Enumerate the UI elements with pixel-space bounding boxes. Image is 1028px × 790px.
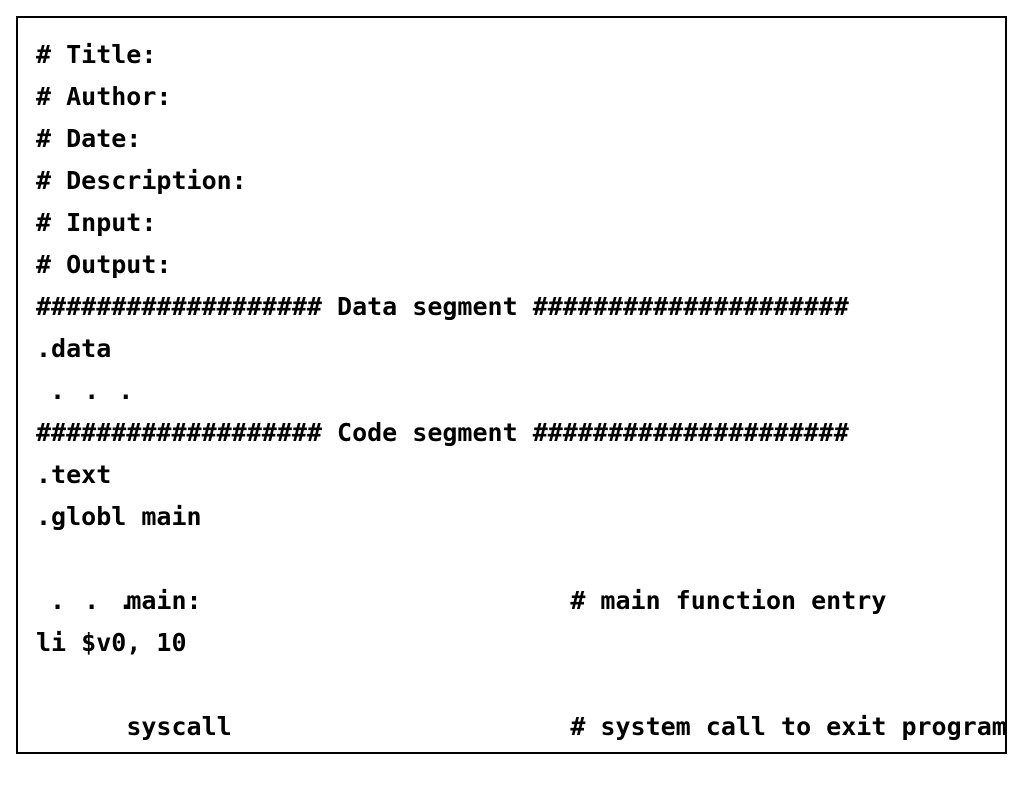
date-comment-line: # Date: <box>36 124 142 153</box>
syscall-instruction: syscall <box>126 712 232 741</box>
text-directive-line: .text <box>36 460 112 489</box>
code-listing-frame: # Title: # Author: # Date: # Description… <box>16 16 1007 754</box>
main-label: main: <box>126 586 202 615</box>
data-segment-banner: ################### Data segment #######… <box>36 292 849 321</box>
main-comment: # main function entry <box>570 586 887 615</box>
li-instruction-line: li $v0, 10 <box>36 628 187 657</box>
main-label-line: main: # main function entry <box>36 538 1007 615</box>
code-segment-banner: ################### Code segment #######… <box>36 418 849 447</box>
syscall-line: syscall # system call to exit program <box>36 664 1007 741</box>
code-listing: # Title: # Author: # Date: # Description… <box>36 34 1007 741</box>
globl-directive-line: .globl main <box>36 502 202 531</box>
syscall-comment: # system call to exit program <box>570 712 1007 741</box>
output-comment-line: # Output: <box>36 250 172 279</box>
input-comment-line: # Input: <box>36 208 157 237</box>
data-directive-line: .data <box>36 334 112 363</box>
title-comment-line: # Title: <box>36 40 157 69</box>
data-ellipsis-line: . . . <box>50 376 136 405</box>
description-comment-line: # Description: <box>36 166 247 195</box>
author-comment-line: # Author: <box>36 82 172 111</box>
